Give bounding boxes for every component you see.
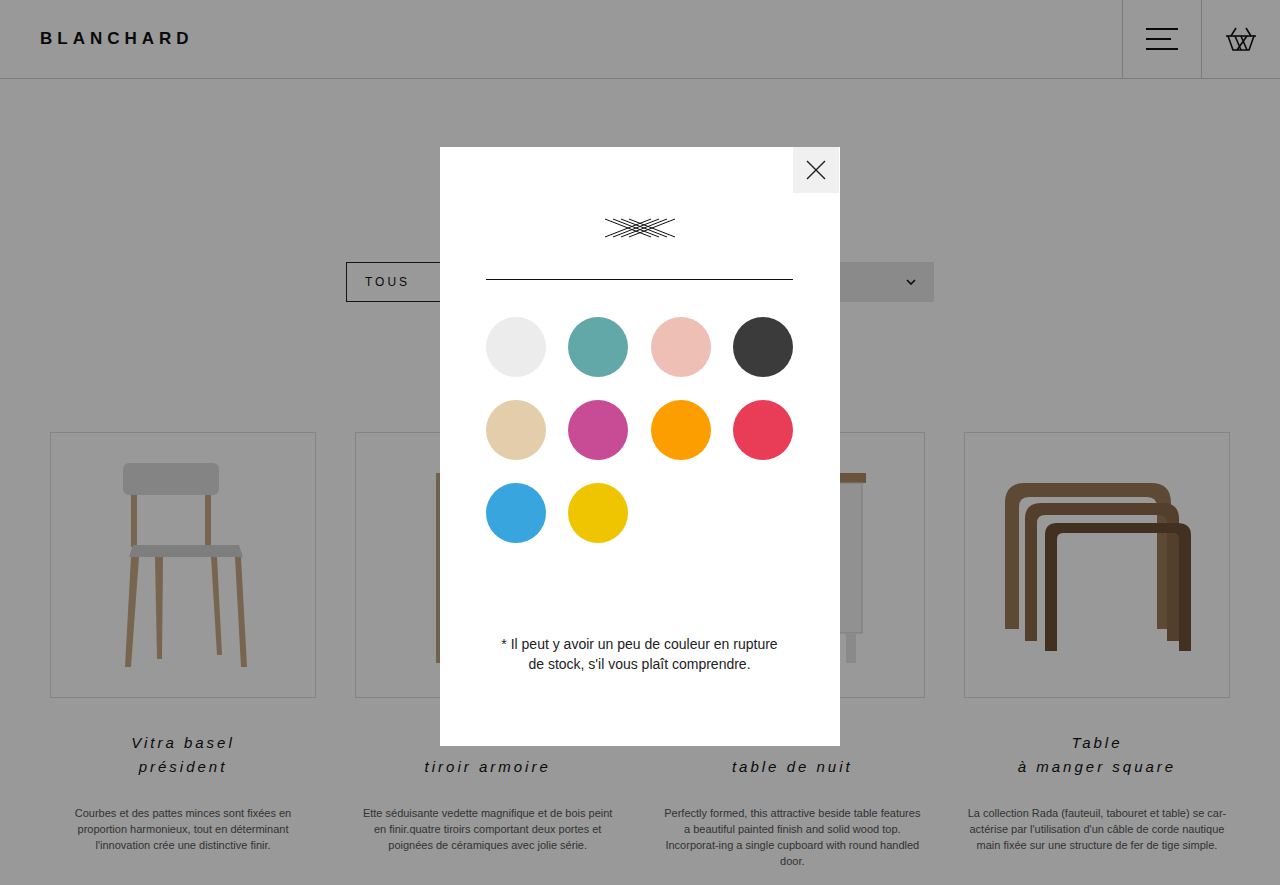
color-swatch[interactable] xyxy=(568,317,628,377)
color-swatch[interactable] xyxy=(733,317,793,377)
color-swatch[interactable] xyxy=(733,400,793,460)
color-swatch[interactable] xyxy=(486,400,546,460)
color-swatch[interactable] xyxy=(651,317,711,377)
ornament-icon xyxy=(605,217,675,239)
color-swatch[interactable] xyxy=(568,483,628,543)
color-swatch[interactable] xyxy=(486,317,546,377)
close-button[interactable] xyxy=(793,147,839,193)
color-swatch[interactable] xyxy=(568,400,628,460)
stock-note: * Il peut y avoir un peu de couleur en r… xyxy=(495,634,785,674)
color-swatch[interactable] xyxy=(486,483,546,543)
color-modal: * Il peut y avoir un peu de couleur en r… xyxy=(440,147,840,746)
divider xyxy=(486,279,793,280)
color-swatches xyxy=(486,317,793,543)
color-swatch[interactable] xyxy=(651,400,711,460)
close-icon xyxy=(806,160,826,180)
modal-backdrop[interactable]: * Il peut y avoir un peu de couleur en r… xyxy=(0,0,1280,885)
